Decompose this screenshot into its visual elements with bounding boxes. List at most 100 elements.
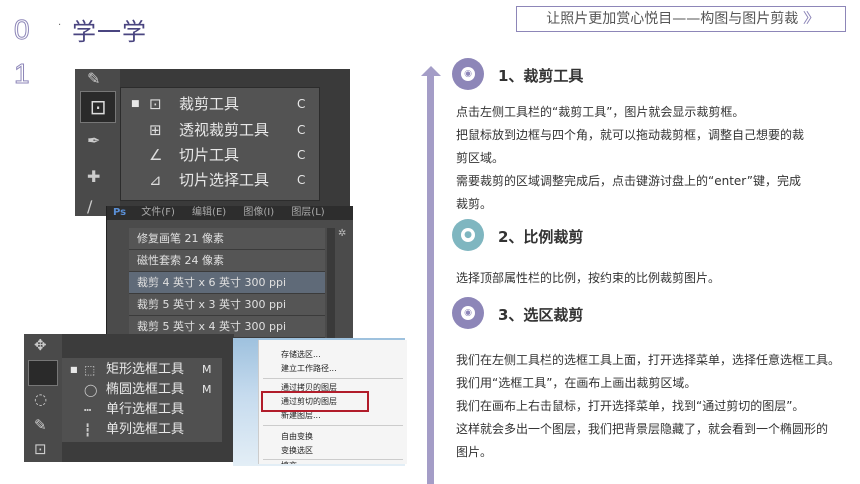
flyout-item-label: 椭圆选框工具 — [106, 382, 185, 397]
section-2-heading: 2、比例裁剪 — [498, 228, 584, 246]
gear-icon[interactable]: ✲ — [338, 228, 346, 239]
menu-divider — [263, 425, 403, 426]
text-line: 我们用“选框工具”，在画布上画出裁剪区域。 — [456, 376, 697, 390]
shortcut-key: C — [297, 148, 306, 162]
topic-banner: 让照片更加赏心悦目——构图与图片剪裁 〉〉 — [516, 6, 846, 32]
shortcut-key: C — [297, 97, 306, 111]
brush-icon[interactable]: ∕ — [87, 197, 92, 216]
chevron-right-icon: 〉〉 — [802, 11, 820, 27]
context-menu: 存储选区... 建立工作路径... 通过拷贝的图层 通过剪切的图层 新建图层..… — [258, 340, 407, 464]
selected-bullet: ■ — [131, 99, 140, 109]
lasso-icon[interactable]: ◌ — [34, 390, 47, 408]
menu-layer[interactable]: 图层(L) — [291, 207, 324, 218]
lasso-icon[interactable]: ✎ — [87, 69, 100, 88]
flyout-item-label: 矩形选框工具 — [106, 362, 185, 377]
flyout-item-row-marquee[interactable]: ┅ 单行选框工具 — [62, 400, 222, 420]
flyout-item-perspective-crop[interactable]: ⊞ 透视裁剪工具 C — [121, 118, 319, 142]
text-line: 我们在画布上右击鼠标，打开选择菜单，找到“通过剪切的图层”。 — [456, 399, 805, 413]
preset-list: 修复画笔 21 像素 磁性套索 24 像素 裁剪 4 英寸 x 6 英寸 300… — [129, 228, 325, 338]
flyout-item-slice-select[interactable]: ⊿ 切片选择工具 C — [121, 168, 319, 192]
perspective-crop-icon: ⊞ — [149, 121, 162, 139]
section-1-heading: 1、裁剪工具 — [498, 67, 584, 85]
crop-tool-button[interactable]: ⊡ — [80, 91, 116, 123]
section-2-text: 选择顶部属性栏的比例，按约束的比例裁剪图片。 — [456, 267, 856, 290]
eyedropper-icon[interactable]: ✒ — [87, 131, 100, 150]
text-line: 我们在左侧工具栏的选框工具上面，打开选择菜单，选择任意选框工具。 — [456, 353, 841, 367]
ps-menubar: Ps 文件(F) 编辑(E) 图像(I) 图层(L) — [107, 206, 353, 220]
shortcut-key: M — [202, 383, 212, 396]
section-2-badge: ● — [452, 219, 484, 251]
flyout-item-label: 单行选框工具 — [106, 402, 185, 417]
text-line: 选择顶部属性栏的比例，按约束的比例裁剪图片。 — [456, 271, 721, 285]
marquee-tool-flyout: ■ ⬚ 矩形选框工具 M ◯ 椭圆选框工具 M ┅ 单行选框工具 ┇ 单列选框工… — [62, 358, 222, 442]
tool-presets-screenshot: Ps 文件(F) 编辑(E) 图像(I) 图层(L) 修复画笔 21 像素 磁性… — [106, 206, 353, 344]
menu-item[interactable]: 变换选区 — [281, 445, 313, 456]
menu-image[interactable]: 图像(I) — [243, 207, 274, 218]
menu-edit[interactable]: 编辑(E) — [192, 207, 226, 218]
camera-icon: ◉ — [461, 306, 475, 320]
flyout-item-ellipse-marquee[interactable]: ◯ 椭圆选框工具 M — [62, 380, 222, 400]
section-3-heading: 3、选区裁剪 — [498, 306, 584, 324]
text-line: 这样就会多出一个图层，我们把背景层隐藏了，就会看到一个椭圆形的 — [456, 422, 829, 436]
section-number: 0 — [14, 14, 31, 46]
chat-bubble-icon: ● — [461, 228, 475, 242]
flyout-item-column-marquee[interactable]: ┇ 单列选框工具 — [62, 420, 222, 440]
tool-column: ✎ ⊡ ✒ ✚ ∕ — [75, 69, 120, 216]
section-3-text: 我们在左侧工具栏的选框工具上面，打开选择菜单，选择任意选框工具。 我们用“选框工… — [456, 349, 860, 464]
section-3-badge: ◉ — [452, 297, 484, 329]
flyout-item-slice[interactable]: ∠ 切片工具 C — [121, 143, 319, 167]
preset-item[interactable]: 裁剪 4 英寸 x 6 英寸 300 ppi — [129, 272, 325, 294]
scrollbar[interactable] — [327, 228, 335, 338]
page-title: 学一学 — [72, 18, 147, 46]
flyout-item-rect-marquee[interactable]: ■ ⬚ 矩形选框工具 M — [62, 360, 222, 380]
section-1-text: 点击左侧工具栏的“裁剪工具”，图片就会显示裁剪框。 把鼠标放到边框与四个角，就可… — [456, 101, 856, 216]
flyout-item-crop[interactable]: ■ ⊡ 裁剪工具 C — [121, 92, 319, 116]
shortcut-key: M — [202, 363, 212, 376]
selected-bullet: ■ — [70, 365, 78, 374]
menu-item[interactable]: 自由变换 — [281, 431, 313, 442]
rect-marquee-icon: ⬚ — [84, 363, 96, 377]
section-1-badge: ◉ — [452, 58, 484, 90]
slice-icon: ∠ — [149, 146, 163, 164]
flyout-item-label: 裁剪工具 — [179, 95, 240, 113]
banner-text: 让照片更加赏心悦目——构图与图片剪裁 — [546, 11, 799, 27]
menu-item[interactable]: 填充... — [281, 460, 305, 464]
column-marquee-icon: ┇ — [84, 423, 92, 437]
text-line: 点击左侧工具栏的“裁剪工具”，图片就会显示裁剪框。 — [456, 105, 745, 119]
healing-brush-icon[interactable]: ✚ — [87, 167, 100, 186]
camera-icon: ◉ — [461, 67, 475, 81]
flyout-item-label: 透视裁剪工具 — [179, 121, 270, 139]
text-line: 图片。 — [456, 445, 493, 459]
timeline-line — [427, 74, 434, 484]
text-line: 剪区域。 — [456, 151, 505, 165]
row-marquee-icon: ┅ — [84, 403, 92, 417]
slice-select-icon: ⊿ — [149, 171, 162, 189]
shortcut-key: C — [297, 173, 306, 187]
text-line: 需要裁剪的区域调整完成后，点击键游讨盘上的“enter”键，完成 — [456, 174, 801, 188]
flyout-item-label: 切片选择工具 — [179, 171, 270, 189]
ps-logo: Ps — [113, 207, 127, 218]
move-icon[interactable]: ✥ — [34, 336, 47, 354]
title-dot: · — [58, 20, 62, 31]
crop-icon: ⊡ — [149, 95, 162, 113]
flyout-item-label: 切片工具 — [179, 146, 240, 164]
text-line: 把鼠标放到边框与四个角，就可以拖动裁剪框，调整自己想要的裁 — [456, 128, 805, 142]
ellipse-marquee-icon: ◯ — [84, 383, 98, 397]
text-line: 裁剪。 — [456, 197, 493, 211]
timeline-arrow-icon — [421, 66, 441, 76]
section-number-second-digit: 1 — [14, 58, 31, 90]
preset-item[interactable]: 磁性套索 24 像素 — [129, 250, 325, 272]
quick-select-icon[interactable]: ✎ — [34, 416, 47, 434]
tool-column: ✥ ◌ ✎ ⊡ — [24, 334, 62, 462]
menu-file[interactable]: 文件(F) — [141, 207, 175, 218]
menu-divider — [263, 378, 403, 379]
crop-icon[interactable]: ⊡ — [34, 440, 47, 458]
shortcut-key: C — [297, 123, 306, 137]
crop-tool-flyout: ■ ⊡ 裁剪工具 C ⊞ 透视裁剪工具 C ∠ 切片工具 C ⊿ 切片选择工具 … — [120, 87, 320, 201]
preset-item[interactable]: 修复画笔 21 像素 — [129, 228, 325, 250]
highlight-box — [261, 391, 369, 412]
menu-item[interactable]: 建立工作路径... — [281, 363, 337, 374]
marquee-tool-button[interactable] — [28, 360, 58, 386]
menu-item[interactable]: 存储选区... — [281, 349, 321, 360]
preset-item[interactable]: 裁剪 5 英寸 x 3 英寸 300 ppi — [129, 294, 325, 316]
